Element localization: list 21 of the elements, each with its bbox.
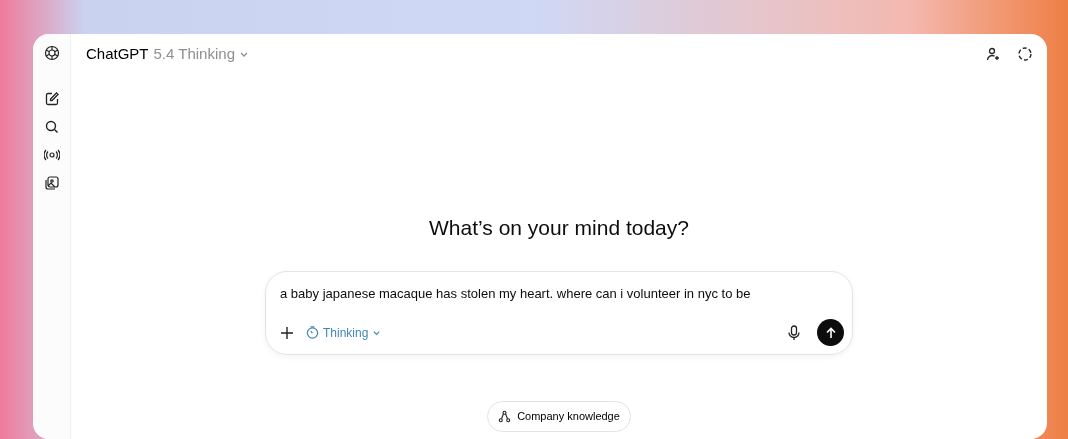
- company-knowledge-chip[interactable]: Company knowledge: [487, 401, 631, 432]
- add-person-icon: [985, 46, 1001, 62]
- images-icon[interactable]: [43, 175, 60, 191]
- chevron-icon: [372, 328, 382, 337]
- new-chat-icon[interactable]: [43, 91, 60, 107]
- plus-icon: [280, 325, 294, 340]
- search-icon[interactable]: [43, 119, 60, 135]
- timer-icon: [306, 326, 319, 339]
- thinking-button[interactable]: Thinking: [302, 321, 386, 344]
- microphone-icon[interactable]: [787, 324, 801, 341]
- broadcast-icon[interactable]: [43, 147, 60, 163]
- connector-icon: [498, 409, 512, 423]
- heading: What’s on your mind today?: [429, 215, 689, 241]
- logo-icon[interactable]: [43, 45, 60, 61]
- add-button[interactable]: [280, 325, 294, 340]
- arrow-up-icon: [824, 326, 837, 339]
- add-person-button[interactable]: [985, 46, 1001, 62]
- send-button[interactable]: [817, 319, 844, 346]
- temporary-chat-button[interactable]: [1017, 46, 1033, 62]
- model-selector[interactable]: ChatGPT 5.4 Thinking: [86, 42, 249, 66]
- dashed-circle-icon: [1017, 46, 1033, 62]
